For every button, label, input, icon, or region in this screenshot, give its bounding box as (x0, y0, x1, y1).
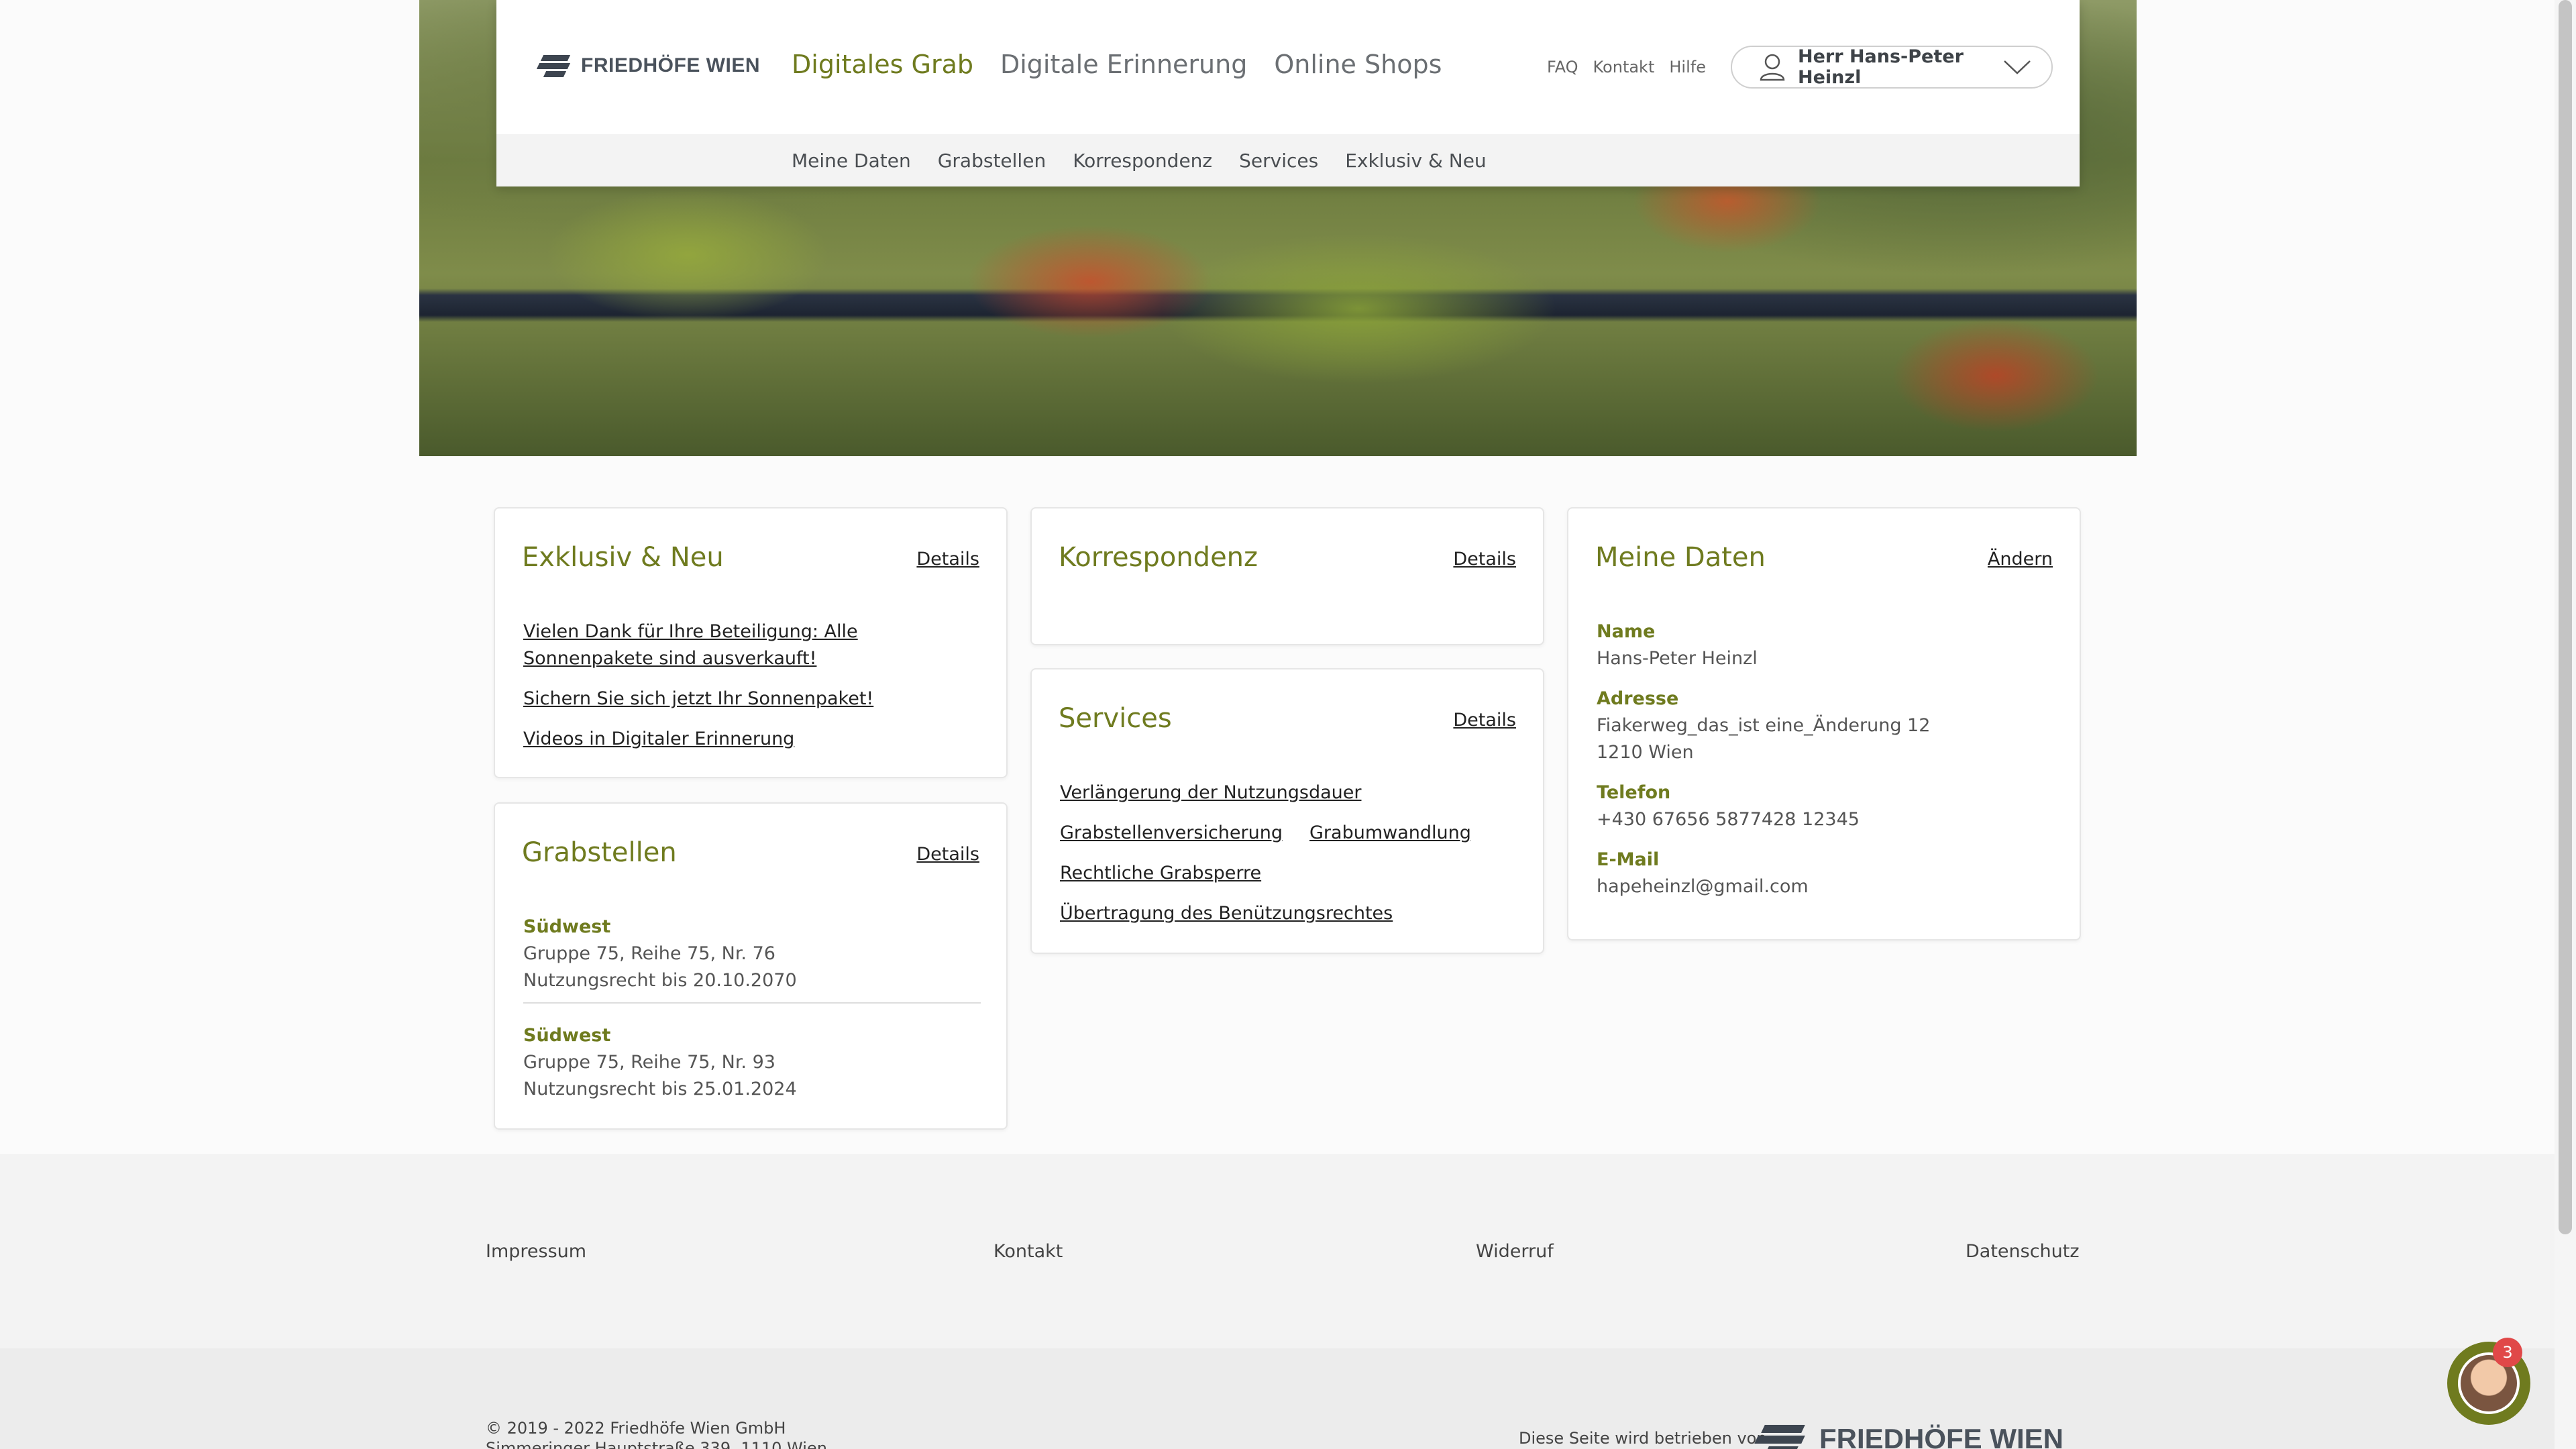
user-name: Herr Hans-Peter Heinzl (1798, 46, 1964, 88)
scrollbar[interactable] (2555, 0, 2576, 1449)
card-title: Grabstellen (522, 837, 677, 868)
main-nav-online-shops[interactable]: Online Shops (1274, 50, 1442, 79)
main-nav-digitales-grab[interactable]: Digitales Grab (792, 50, 973, 79)
copyright-line-1: © 2019 - 2022 Friedhöfe Wien GmbH (486, 1419, 786, 1438)
grabstelle-location: Gruppe 75, Reihe 75, Nr. 93 (523, 1052, 775, 1073)
meine-daten-card: Meine Daten Ändern Name Hans-Peter Heinz… (1567, 507, 2081, 941)
address-line-2: 1210 Wien (1597, 742, 1694, 763)
grabstelle-location: Gruppe 75, Reihe 75, Nr. 76 (523, 943, 775, 964)
datenschutz-link[interactable]: Datenschutz (1966, 1241, 2080, 1262)
grabstelle-entry[interactable]: Südwest Gruppe 75, Reihe 75, Nr. 76 Nutz… (523, 914, 981, 1004)
subnav-korrespondenz[interactable]: Korrespondenz (1073, 150, 1212, 172)
grabstellen-card: Grabstellen Details Südwest Gruppe 75, R… (494, 802, 1008, 1130)
address-line-1: Fiakerweg_das_ist eine_Änderung 12 (1597, 715, 1931, 736)
news-link-sonnenpakete-dank-1[interactable]: Vielen Dank für Ihre Beteiligung: Alle (523, 619, 873, 645)
copyright-line-2: Simmeringer Hauptstraße 339, 1110 Wien (486, 1439, 827, 1449)
card-title: Korrespondenz (1059, 542, 1258, 573)
user-menu-button[interactable]: Herr Hans-Peter Heinzl (1731, 46, 2053, 89)
copyright: © 2019 - 2022 Friedhöfe Wien GmbH Simmer… (486, 1418, 827, 1449)
details-link[interactable]: Details (1453, 710, 1516, 731)
footer-links: Impressum Kontakt Widerruf Datenschutz (0, 1154, 2555, 1348)
details-link[interactable]: Details (916, 844, 979, 865)
aendern-link[interactable]: Ändern (1988, 549, 2053, 570)
phone-value: +430 67656 5877428 12345 (1597, 809, 1860, 830)
subnav-meine-daten[interactable]: Meine Daten (792, 150, 911, 172)
widerruf-link[interactable]: Widerruf (1476, 1241, 1554, 1262)
footer-logo: FRIEDHÖFE WIEN (1754, 1422, 2063, 1449)
subnav-exklusiv-neu[interactable]: Exklusiv & Neu (1345, 150, 1487, 172)
chevron-down-icon (2004, 60, 2031, 74)
phone-label: Telefon (1597, 782, 1671, 803)
sub-nav: Meine Daten Grabstellen Korrespondenz Se… (496, 134, 2080, 186)
chat-notification-badge: 3 (2493, 1338, 2522, 1367)
footer-bottom: © 2019 - 2022 Friedhöfe Wien GmbH Simmer… (0, 1348, 2555, 1449)
news-link-sonnenpakete-dank-2[interactable]: Sonnenpakete sind ausverkauft! (523, 645, 873, 672)
name-label: Name (1597, 621, 1656, 642)
logo-text: FRIEDHÖFE WIEN (581, 54, 760, 76)
kontakt-link[interactable]: Kontakt (1593, 58, 1655, 76)
email-label: E-Mail (1597, 849, 1660, 870)
impressum-link[interactable]: Impressum (486, 1241, 586, 1262)
hilfe-link[interactable]: Hilfe (1669, 58, 1706, 76)
news-link-videos[interactable]: Videos in Digitaler Erinnerung (523, 726, 873, 753)
main-nav-digitale-erinnerung[interactable]: Digitale Erinnerung (1000, 50, 1247, 79)
top-links: FAQ Kontakt Hilfe (1547, 58, 1706, 76)
grabstelle-right: Nutzungsrecht bis 25.01.2024 (523, 1079, 797, 1099)
card-title: Meine Daten (1595, 542, 1766, 573)
subnav-services[interactable]: Services (1239, 150, 1318, 172)
korrespondenz-card: Korrespondenz Details (1030, 507, 1544, 645)
card-title: Services (1059, 703, 1172, 734)
details-link[interactable]: Details (1453, 549, 1516, 570)
footer-logo-text: FRIEDHÖFE WIEN (1819, 1423, 2063, 1449)
services-card: Services Details Verlängerung der Nutzun… (1030, 668, 1544, 954)
service-link-versicherung[interactable]: Grabstellenversicherung (1060, 820, 1283, 847)
exklusiv-card: Exklusiv & Neu Details Vielen Dank für I… (494, 507, 1008, 778)
scrollbar-thumb[interactable] (2559, 0, 2572, 1234)
grabstelle-area: Südwest (523, 916, 611, 937)
address-label: Adresse (1597, 688, 1679, 709)
logo-mark-icon (1754, 1422, 1809, 1449)
news-link-sonnenpaket[interactable]: Sichern Sie sich jetzt Ihr Sonnenpaket! (523, 686, 873, 712)
details-link[interactable]: Details (916, 549, 979, 570)
service-link-grabsperre[interactable]: Rechtliche Grabsperre (1060, 860, 1471, 887)
grabstelle-area: Südwest (523, 1025, 611, 1046)
email-value: hapeheinzl@gmail.com (1597, 876, 1809, 897)
main-nav: Digitales Grab Digitale Erinnerung Onlin… (792, 50, 1442, 79)
user-icon (1760, 54, 1785, 81)
faq-link[interactable]: FAQ (1547, 58, 1578, 76)
site-header: FRIEDHÖFE WIEN Digitales Grab Digitale E… (496, 0, 2080, 186)
operated-by-text: Diese Seite wird betrieben von (1519, 1429, 1767, 1448)
name-value: Hans-Peter Heinzl (1597, 648, 1758, 669)
grabstelle-entry[interactable]: Südwest Gruppe 75, Reihe 75, Nr. 93 Nutz… (523, 1022, 981, 1103)
service-link-verlaengerung[interactable]: Verlängerung der Nutzungsdauer (1060, 780, 1471, 806)
logo-mark-icon (536, 52, 572, 79)
grabstelle-right: Nutzungsrecht bis 20.10.2070 (523, 970, 797, 991)
card-title: Exklusiv & Neu (522, 542, 724, 573)
service-link-uebertragung[interactable]: Übertragung des Benützungsrechtes (1060, 900, 1471, 927)
service-link-grabumwandlung[interactable]: Grabumwandlung (1309, 820, 1471, 847)
friedhoefe-wien-logo[interactable]: FRIEDHÖFE WIEN (536, 52, 760, 79)
footer-kontakt-link[interactable]: Kontakt (994, 1241, 1063, 1262)
subnav-grabstellen[interactable]: Grabstellen (938, 150, 1046, 172)
